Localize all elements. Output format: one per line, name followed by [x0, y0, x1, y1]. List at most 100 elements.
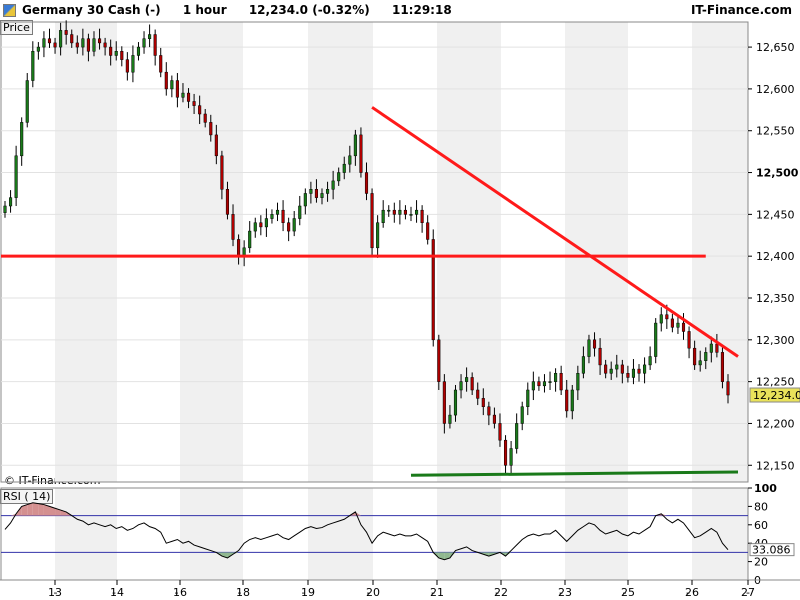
candle-body — [576, 373, 580, 391]
candle-body — [353, 134, 357, 157]
price-tick-label: 12,400 — [756, 250, 795, 263]
rsi-tick-label: 80 — [754, 500, 768, 513]
minor-tick-mark: - — [238, 586, 242, 599]
minor-tick-mark: - — [175, 586, 179, 599]
candle-body — [314, 189, 318, 198]
candle-body — [31, 51, 35, 81]
candle-body — [175, 80, 179, 98]
candle-body — [303, 193, 307, 207]
candle-body — [298, 205, 302, 219]
candle-body — [59, 30, 63, 48]
candle-body — [225, 189, 230, 215]
candle-body — [376, 222, 380, 249]
candle-body — [220, 155, 224, 190]
rsi-last-label: 33.086 — [752, 544, 791, 557]
candle-body — [348, 155, 352, 165]
candle-body — [309, 189, 313, 194]
candle-body — [120, 51, 124, 60]
candle-body — [337, 172, 341, 182]
candle-body — [103, 42, 107, 48]
candle-body — [392, 209, 396, 215]
candle-body — [109, 46, 113, 56]
candle-body — [364, 172, 369, 194]
candle-body — [503, 439, 508, 466]
candle-body — [81, 38, 85, 48]
rsi-tick-label: 20 — [754, 556, 768, 569]
candle-body — [53, 42, 57, 48]
candle-body — [86, 38, 90, 52]
candle-body — [181, 92, 185, 98]
price-tick-label: 12,600 — [756, 83, 795, 96]
candle-body — [14, 155, 18, 198]
day-band — [565, 22, 628, 482]
rsi-tick-label: 60 — [754, 519, 768, 532]
day-band — [308, 22, 373, 482]
candle-body — [209, 122, 213, 136]
candle-body — [570, 389, 574, 412]
candle-body — [114, 51, 118, 56]
candle-body — [387, 209, 391, 212]
minor-tick-mark: - — [495, 586, 499, 599]
candle-body — [448, 414, 452, 424]
day-band — [180, 488, 243, 580]
price-tick-label: 12,650 — [756, 41, 795, 54]
price-tick-label: 12,250 — [756, 376, 795, 389]
candle-body — [231, 214, 235, 240]
candle-body — [142, 38, 146, 48]
candle-body — [676, 322, 680, 328]
candle-body — [509, 448, 513, 466]
candle-body — [75, 42, 79, 48]
price-tick-label: 12,200 — [756, 417, 795, 430]
minor-tick-mark: - — [431, 586, 435, 599]
price-chart[interactable]: 12,150 12,200 12,250 12,300 12,350 12,400 12,4… — [0, 0, 800, 600]
price-tick-label: 12,350 — [756, 292, 795, 305]
candle-body — [670, 318, 674, 328]
day-band — [55, 22, 117, 482]
candle-body — [403, 209, 407, 215]
candle-body — [631, 368, 636, 378]
price-tick-label: 12,300 — [756, 334, 795, 347]
price-tick-label: 12,550 — [756, 125, 795, 138]
candle-body — [693, 347, 697, 366]
candle-body — [47, 38, 52, 44]
candle-body — [476, 389, 480, 399]
candle-body — [431, 239, 435, 341]
candle-body — [237, 239, 241, 257]
candle-body — [537, 381, 541, 387]
minor-tick-mark: - — [112, 586, 116, 599]
day-band — [55, 488, 117, 580]
price-tick-label: 12,450 — [756, 208, 795, 221]
candle-body — [548, 381, 552, 383]
candle-body — [398, 209, 402, 215]
candle-body — [131, 55, 135, 73]
rsi-overbought-fill — [38, 503, 44, 516]
candle-body — [665, 314, 669, 320]
day-band — [692, 22, 748, 482]
candle-body — [331, 180, 335, 190]
candle-body — [587, 339, 591, 357]
candle-body — [681, 322, 686, 332]
candle-body — [531, 381, 535, 391]
candle-body — [542, 381, 547, 387]
candle-body — [520, 406, 524, 424]
candle-body — [654, 322, 658, 357]
candle-body — [554, 373, 558, 382]
candle-body — [148, 34, 152, 39]
candle-body — [565, 389, 569, 412]
minor-tick-mark: - — [302, 586, 306, 599]
candle-body — [526, 389, 530, 407]
candle-body — [442, 381, 446, 424]
candle-body — [709, 343, 713, 353]
candle-body — [609, 368, 613, 374]
candle-body — [159, 55, 163, 73]
candle-body — [626, 373, 630, 378]
minor-tick-mark: - — [623, 586, 627, 599]
candle-body — [64, 30, 68, 35]
candle-body — [264, 218, 268, 228]
candle-body — [643, 364, 647, 374]
rsi-tick-label: 100 — [754, 482, 777, 495]
candle-body — [164, 71, 168, 90]
candle-body — [459, 381, 463, 391]
candle-body — [698, 360, 702, 366]
candle-body — [620, 364, 624, 374]
